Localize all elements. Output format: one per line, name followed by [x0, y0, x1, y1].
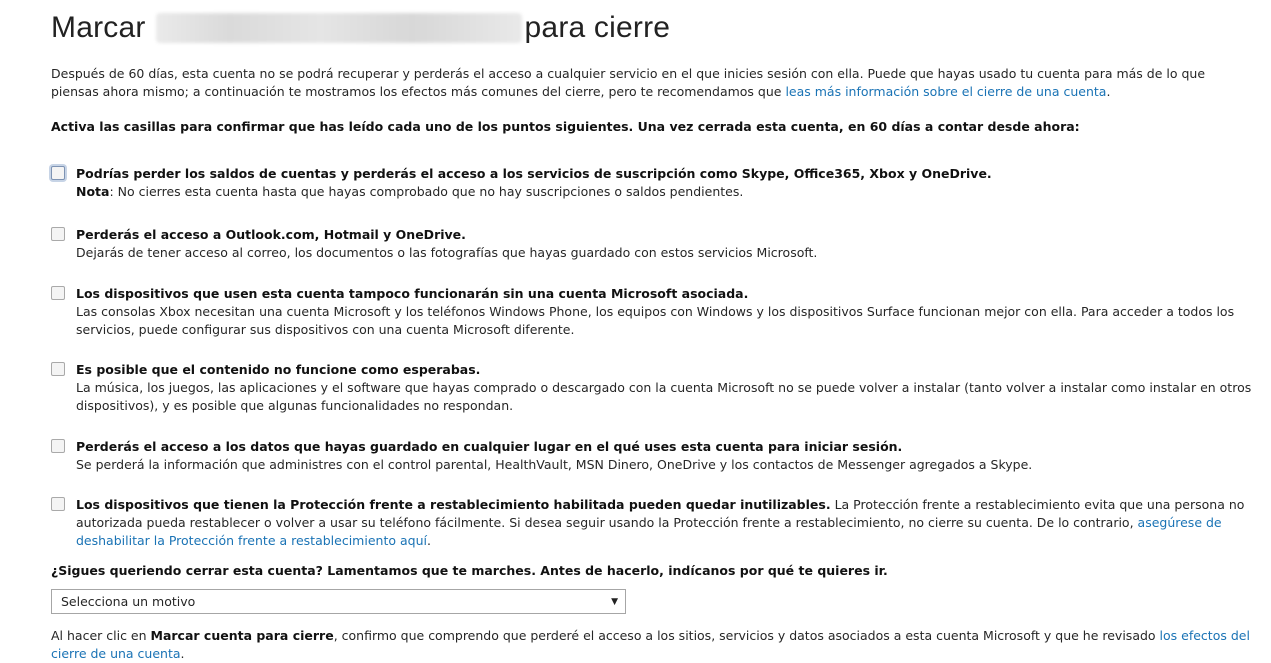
footer-pre: Al hacer clic en	[51, 628, 151, 643]
item-note: Nota: No cierres esta cuenta hasta que h…	[76, 183, 1256, 201]
item-end: .	[426, 533, 431, 548]
reason-question: ¿Sigues queriendo cerrar esta cuenta? La…	[51, 563, 888, 578]
page-title: Marcar para cierre	[51, 8, 670, 48]
intro-paragraph: Después de 60 días, esta cuenta no se po…	[51, 65, 1246, 101]
item-heading: Es posible que el contenido no funcione …	[76, 362, 481, 377]
confirm-item-subscriptions: Podrías perder los saldos de cuentas y p…	[51, 165, 1256, 201]
footer-end: .	[180, 646, 185, 661]
item-text: Los dispositivos que tienen la Protecció…	[76, 496, 1256, 550]
intro-end: .	[1106, 84, 1111, 99]
note-label: Nota	[76, 184, 110, 199]
instructions: Activa las casillas para confirmar que h…	[51, 119, 1080, 134]
confirm-item-reset-protection: Los dispositivos que tienen la Protecció…	[51, 496, 1256, 550]
reason-select-value: Selecciona un motivo	[61, 593, 196, 609]
checkbox-devices[interactable]	[51, 286, 65, 300]
item-heading: Perderás el acceso a Outlook.com, Hotmai…	[76, 227, 466, 242]
confirm-item-devices: Los dispositivos que usen esta cuenta ta…	[51, 285, 1256, 339]
item-body: Se perderá la información que administre…	[76, 457, 1033, 472]
note-text: : No cierres esta cuenta hasta que hayas…	[109, 184, 744, 199]
redacted-email	[155, 13, 522, 43]
confirm-item-data: Perderás el acceso a los datos que hayas…	[51, 438, 1256, 474]
item-heading: Los dispositivos que usen esta cuenta ta…	[76, 286, 749, 301]
footer-consent: Al hacer clic en Marcar cuenta para cier…	[51, 627, 1261, 663]
reason-select[interactable]: Selecciona un motivo ▼	[51, 589, 626, 614]
item-heading: Perderás el acceso a los datos que hayas…	[76, 439, 903, 454]
confirm-item-outlook: Perderás el acceso a Outlook.com, Hotmai…	[51, 226, 1256, 262]
confirm-item-content: Es posible que el contenido no funcione …	[51, 361, 1256, 415]
title-prefix: Marcar	[51, 11, 146, 44]
footer-bold: Marcar cuenta para cierre	[150, 628, 334, 643]
item-heading: Podrías perder los saldos de cuentas y p…	[76, 166, 992, 181]
item-heading: Los dispositivos que tienen la Protecció…	[76, 497, 831, 512]
item-body: Dejarás de tener acceso al correo, los d…	[76, 245, 818, 260]
checkbox-subscriptions[interactable]	[51, 166, 65, 180]
checkbox-outlook[interactable]	[51, 227, 65, 241]
learn-more-link[interactable]: leas más información sobre el cierre de …	[785, 84, 1106, 99]
checkbox-content[interactable]	[51, 362, 65, 376]
item-body: La música, los juegos, las aplicaciones …	[76, 380, 1252, 413]
dropdown-arrow-icon: ▼	[611, 597, 618, 607]
footer-mid: , confirmo que comprendo que perderé el …	[333, 628, 1160, 643]
checkbox-data[interactable]	[51, 439, 65, 453]
checkbox-reset-protection[interactable]	[51, 497, 65, 511]
title-suffix: para cierre	[524, 11, 671, 44]
item-body: Las consolas Xbox necesitan una cuenta M…	[76, 304, 1235, 337]
